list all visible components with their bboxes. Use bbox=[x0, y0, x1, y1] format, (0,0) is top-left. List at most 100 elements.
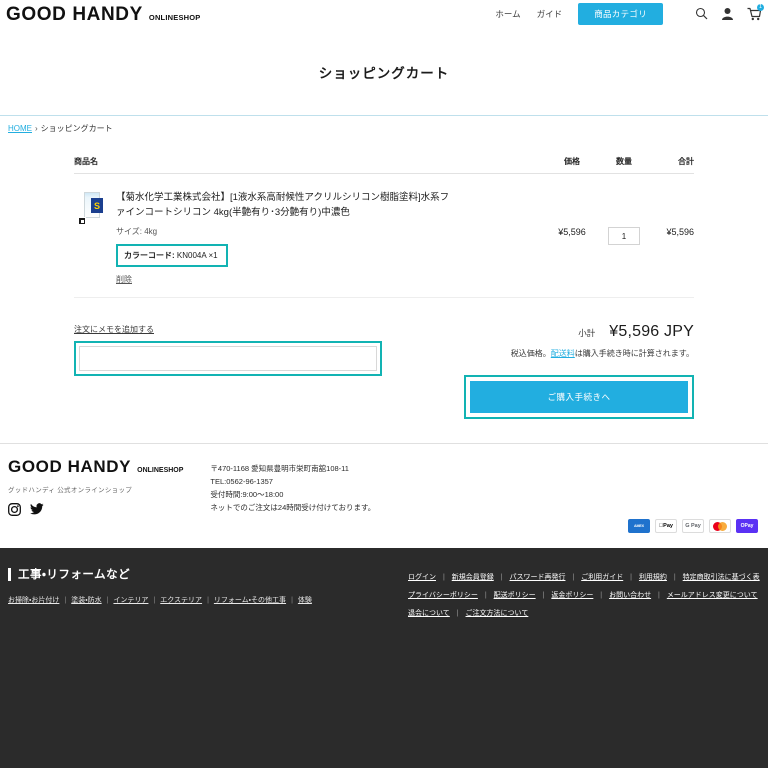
footer-cat-cleaning[interactable]: お掃除・お片付け bbox=[8, 595, 59, 605]
sep-2-3: | bbox=[600, 592, 603, 599]
link-login[interactable]: ログイン bbox=[408, 574, 436, 581]
page-root: GOOD HANDY ONLINESHOP ホーム ガイド 商品カテゴリ 1 シ… bbox=[0, 0, 768, 768]
link-refund[interactable]: 返金ポリシー bbox=[551, 592, 593, 599]
footer-links-row-2: プライバシーポリシー | 配送ポリシー | 返金ポリシー | お問い合わせ | … bbox=[408, 587, 760, 605]
product-image-label: S bbox=[91, 198, 103, 213]
twitter-icon[interactable] bbox=[30, 503, 44, 516]
sep-1-4: | bbox=[630, 574, 632, 581]
instagram-icon[interactable] bbox=[8, 503, 21, 516]
tax-note-prefix: 税込価格。 bbox=[510, 349, 551, 358]
account-icon[interactable] bbox=[721, 7, 734, 21]
order-note-highlight bbox=[74, 341, 382, 376]
cat-sep-4: | bbox=[207, 596, 209, 604]
link-contact[interactable]: お問い合わせ bbox=[609, 592, 651, 599]
site-logo[interactable]: GOOD HANDY ONLINESHOP bbox=[6, 5, 201, 24]
footer-logo-main: GOOD HANDY bbox=[8, 457, 132, 476]
link-email-change[interactable]: メールアドレス変更について bbox=[667, 592, 758, 599]
social-links bbox=[8, 503, 183, 516]
colorcode-highlight: カラーコード: KN004A ×1 bbox=[116, 244, 228, 267]
link-shipping[interactable]: 配送ポリシー bbox=[494, 592, 536, 599]
footer-cat-painting[interactable]: 塗装・防水 bbox=[71, 595, 101, 605]
link-password-reset[interactable]: パスワード再発行 bbox=[509, 574, 565, 581]
shipping-policy-link[interactable]: 配送料 bbox=[551, 349, 575, 358]
link-withdrawal[interactable]: 退会について bbox=[408, 610, 450, 617]
item-line-total: ¥5,596 bbox=[666, 227, 694, 237]
address-line-tel: TEL:0562-96-1357 bbox=[210, 477, 273, 486]
footer-category-links: お掃除・お片付け | 塗装・防水 | インテリア | エクステリア | リフォー… bbox=[8, 595, 408, 605]
link-terms[interactable]: 利用規約 bbox=[639, 574, 667, 581]
cart-table-header: 商品名 価格 数量 合計 bbox=[74, 156, 694, 174]
footer-address: 〒470-1168 愛知県豊明市栄町南舘108-11 TEL:0562-96-1… bbox=[210, 458, 375, 514]
address-line-1: 〒470-1168 愛知県豊明市栄町南舘108-11 bbox=[210, 464, 349, 473]
search-icon[interactable] bbox=[695, 7, 708, 21]
column-header-total: 合計 bbox=[678, 157, 694, 166]
footer-logo[interactable]: GOOD HANDY ONLINESHOP bbox=[8, 458, 183, 475]
table-row: S 【菊水化学工業株式会社】[1液水系高耐候性アクリルシリコン樹脂塗料]水系ファ… bbox=[74, 174, 694, 298]
cat-sep-3: | bbox=[153, 596, 156, 604]
page-title: ショッピングカート bbox=[318, 66, 450, 81]
logo-text-main: GOOD HANDY bbox=[6, 3, 143, 25]
thumbnail-badge-icon bbox=[78, 217, 86, 225]
address-line-hours: 受付時間:9:00〜18:00 bbox=[210, 490, 284, 499]
order-note-label: 注文にメモを追加する bbox=[74, 325, 154, 334]
heading-accent-bar bbox=[8, 567, 11, 581]
header-icon-group: 1 bbox=[695, 4, 764, 21]
link-guide[interactable]: ご利用ガイド bbox=[581, 574, 623, 581]
link-privacy[interactable]: プライバシーポリシー bbox=[408, 592, 478, 599]
breadcrumb-current: ショッピングカート bbox=[40, 124, 113, 133]
footer-cat-interior[interactable]: インテリア bbox=[113, 595, 148, 605]
google-pay-icon: G Pay bbox=[682, 519, 704, 533]
footer-cat-reform[interactable]: リフォーム・その他工事 bbox=[214, 595, 286, 605]
footer-logo-sub: ONLINESHOP bbox=[137, 467, 184, 474]
breadcrumb-home-link[interactable]: HOME bbox=[8, 124, 32, 133]
order-note-section: 注文にメモを追加する bbox=[74, 319, 384, 376]
link-tokushoho[interactable]: 特定商取引法に基づく表 bbox=[683, 574, 760, 581]
subtotal-value: ¥5,596 JPY bbox=[609, 323, 694, 340]
quantity-input[interactable] bbox=[608, 227, 640, 245]
footer-dark: 工事・リフォームなど お掃除・お片付け | 塗装・防水 | インテリア | エク… bbox=[0, 548, 768, 768]
cart-table: 商品名 価格 数量 合計 S 【菊水化学工業株式会社】[1液水系高耐候性アクリル… bbox=[74, 156, 694, 298]
column-header-price: 価格 bbox=[564, 157, 580, 166]
order-note-textarea[interactable] bbox=[79, 346, 377, 371]
amex-icon: AMEX bbox=[628, 519, 650, 533]
cart-icon[interactable]: 1 bbox=[747, 4, 764, 21]
product-category-button[interactable]: 商品カテゴリ bbox=[578, 3, 663, 25]
cart-item-info: 【菊水化学工業株式会社】[1液水系高耐候性アクリルシリコン樹脂塗料]水系ファイン… bbox=[116, 189, 456, 287]
nav-item-home[interactable]: ホーム bbox=[495, 8, 520, 20]
footer-brand-block: GOOD HANDY ONLINESHOP グッドハンディ 公式オンラインショッ… bbox=[8, 458, 183, 516]
sep-2-4: | bbox=[658, 592, 660, 599]
sep-1-1: | bbox=[442, 574, 445, 581]
sep-1-3: | bbox=[572, 574, 575, 581]
breadcrumb: HOME › ショッピングカート bbox=[0, 116, 768, 134]
subtotal-label: 小計 bbox=[578, 328, 596, 338]
cat-sep-2: | bbox=[106, 596, 109, 604]
order-summary: 小計 ¥5,596 JPY 税込価格。配送料は購入手続き時に計算されます。 ご購… bbox=[464, 319, 694, 419]
footer-info: GOOD HANDY ONLINESHOP グッドハンディ 公式オンラインショッ… bbox=[0, 458, 768, 516]
column-header-qty: 数量 bbox=[616, 157, 632, 166]
column-header-product: 商品名 bbox=[74, 157, 98, 166]
nav-item-guide[interactable]: ガイド bbox=[537, 8, 563, 20]
link-register[interactable]: 新規会員登録 bbox=[452, 574, 494, 581]
footer-cat-exterior[interactable]: エクステリア bbox=[160, 595, 202, 605]
tax-note-suffix: は購入手続き時に計算されます。 bbox=[574, 349, 694, 358]
checkout-highlight: ご購入手続きへ bbox=[464, 375, 694, 419]
sep-2-2: | bbox=[542, 592, 545, 599]
cat-sep-1: | bbox=[64, 596, 67, 604]
item-qty-cell bbox=[600, 189, 648, 245]
remove-item-link[interactable]: 削除 bbox=[116, 274, 132, 285]
footer-services-block: 工事・リフォームなど お掃除・お片付け | 塗装・防水 | インテリア | エク… bbox=[8, 566, 408, 768]
checkout-button[interactable]: ご購入手続きへ bbox=[470, 381, 688, 413]
product-title[interactable]: 【菊水化学工業株式会社】[1液水系高耐候性アクリルシリコン樹脂塗料]水系ファイン… bbox=[116, 190, 456, 220]
link-how-to-order[interactable]: ご注文方法について bbox=[466, 610, 529, 617]
sep-1-2: | bbox=[500, 574, 503, 581]
footer-services-title: 工事・リフォームなど bbox=[18, 569, 131, 581]
cart-footer-area: 注文にメモを追加する 小計 ¥5,596 JPY 税込価格。配送料は購入手続き時… bbox=[74, 319, 694, 419]
product-thumbnail[interactable]: S bbox=[78, 192, 106, 226]
main-navigation: ホーム ガイド 商品カテゴリ 1 bbox=[495, 3, 764, 25]
cart-item-cell: S 【菊水化学工業株式会社】[1液水系高耐候性アクリルシリコン樹脂塗料]水系ファ… bbox=[74, 189, 544, 287]
footer-cat-experience[interactable]: 体験 bbox=[298, 595, 312, 605]
variant-value: 4kg bbox=[144, 227, 158, 236]
sep-1-5: | bbox=[673, 574, 676, 581]
footer-services-heading: 工事・リフォームなど bbox=[8, 566, 408, 582]
subtotal-row: 小計 ¥5,596 JPY bbox=[464, 323, 694, 341]
